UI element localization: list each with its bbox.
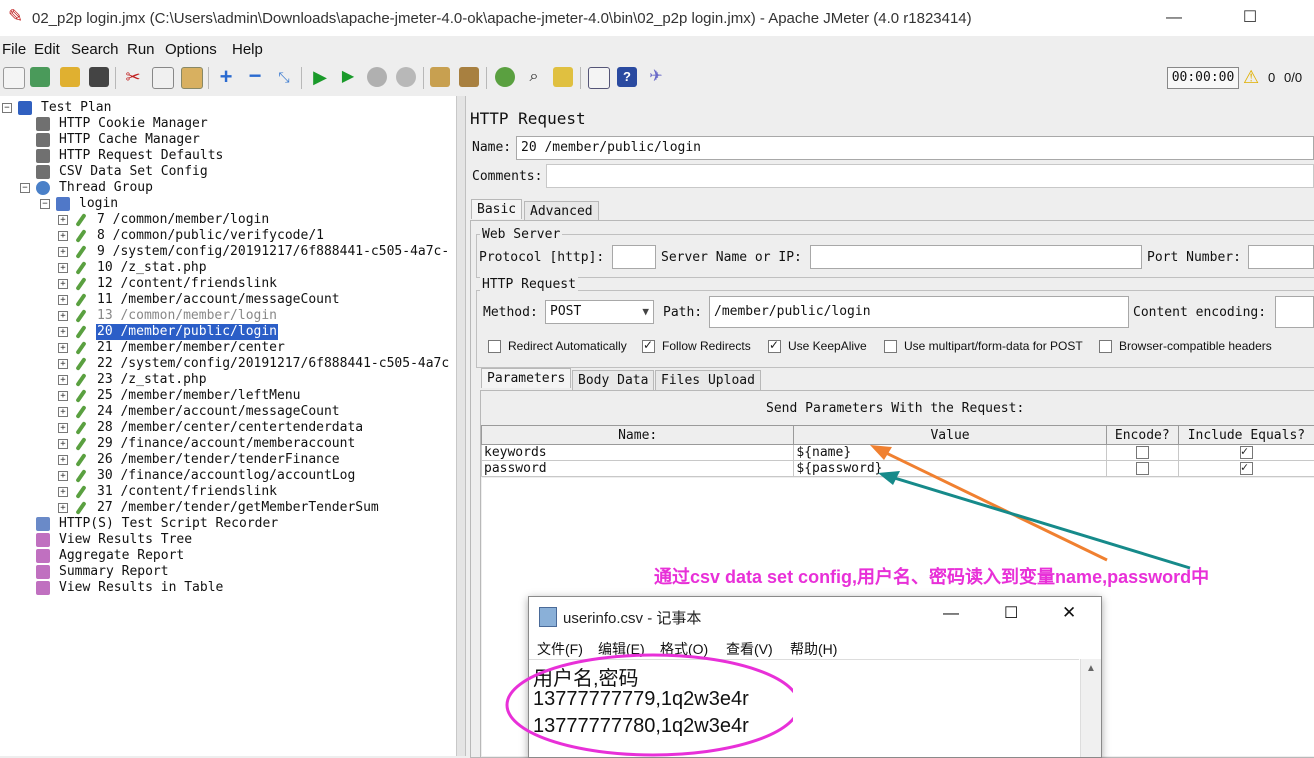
notepad-scrollbar[interactable]: ▲	[1080, 659, 1101, 757]
stray-pixel	[1180, 646, 1188, 654]
arrow-to-name-value	[880, 450, 1107, 560]
notepad-menu-help[interactable]: 帮助(H)	[790, 639, 837, 659]
notepad-window: userinfo.csv - 记事本 — ☐ ✕ 文件(F) 编辑(E) 格式(…	[528, 596, 1102, 758]
notepad-close-button[interactable]: ✕	[1062, 603, 1076, 623]
scroll-up-icon[interactable]: ▲	[1086, 663, 1096, 674]
notepad-minimize-button[interactable]: —	[943, 605, 959, 623]
notepad-title: userinfo.csv - 记事本	[563, 607, 701, 628]
arrow-head	[870, 445, 892, 460]
highlight-ellipse	[503, 653, 793, 757]
notepad-maximize-button[interactable]: ☐	[1004, 603, 1018, 623]
arrow-to-password-value	[888, 476, 1190, 568]
notepad-icon	[539, 607, 557, 627]
annotation-text: 通过csv data set config,用户名、密码读入到变量name,pa…	[654, 563, 1209, 589]
